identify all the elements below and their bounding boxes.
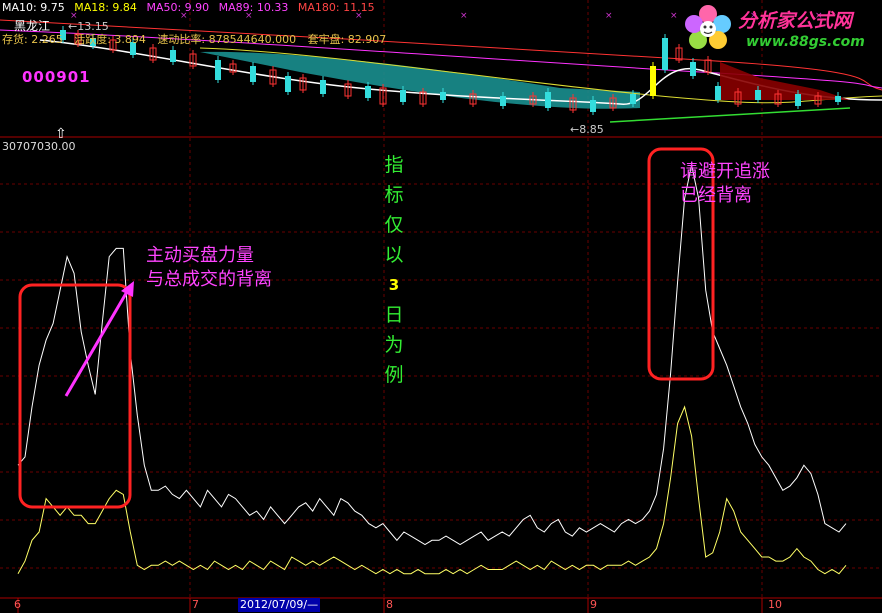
low-price: 8.85 [579,123,604,136]
candle-body [215,60,221,80]
candle-body [650,66,656,96]
vertical-char: 例 [384,364,404,386]
x-tick-label: 6 [14,598,21,611]
candle-body [250,66,256,82]
ma-label: MA180: 11.15 [297,1,375,14]
chart-window: { "ma_bar": [ {"label":"MA10: 9.75","col… [0,0,882,613]
indicator-value: 30707030.00 [2,140,76,153]
vertical-char: 以 [384,244,404,266]
info-bar: 存货: 2.265 活跃度: 3.894 速动比率: 878544640.000… [2,31,394,47]
left-annotation: 主动买盘力量 与总成交的背离 [146,244,272,292]
candle-body [662,38,668,70]
support-line [609,107,851,123]
candle-body [285,76,291,92]
annotation-line: 与总成交的背离 [146,269,272,290]
candle-body [440,92,446,100]
indicator-line-lower [17,405,847,575]
arrow-head-icon [121,281,134,297]
cursor-date: 2012/07/09/— [238,598,321,612]
candle-body [500,96,506,106]
candle-body [795,94,801,106]
left-divergence-box [18,283,132,509]
vertical-char: 日 [384,304,404,326]
vertical-char: 为 [384,334,404,356]
indicator-area [17,147,847,575]
stock-code: 000901 [22,68,91,86]
candle-body [835,96,841,102]
candle-body [690,62,696,76]
x-tick-label: 8 [386,598,393,611]
annotation-line: 请避开追涨 [680,161,770,182]
ma-legend: MA10: 9.75 MA18: 9.84 MA50: 9.90 MA89: 1… [2,1,381,14]
signal-marker: × [670,11,678,21]
ma-label: MA89: 10.33 [218,1,289,14]
vertical-char: 标 [384,184,404,206]
indicator-line-upper [17,164,847,546]
candle-body [755,90,761,100]
candle-body [715,86,721,100]
signal-marker: × [605,11,613,21]
x-tick-label: 7 [192,598,199,611]
annotation-line: 已经背离 [680,185,752,206]
candle-body [630,94,636,104]
vertical-annotation: 指 标 仅 以 3 日 为 例 [384,150,404,390]
annotation-line: 主动买盘力量 [146,245,254,266]
vertical-char: 指 [384,154,404,176]
x-tick-label: 9 [590,598,597,611]
ma-label: MA10: 9.75 [2,1,65,14]
candle-body [400,90,406,102]
candle-body [365,86,371,98]
ma-label: MA50: 9.90 [146,1,210,14]
signal-marker: × [460,11,468,21]
logo-url: www.88gs.com [746,34,865,50]
logo-title: 分析家公式网 [738,10,853,32]
candle-body [170,50,176,62]
candle-body [590,100,596,112]
info-item: 存货: 2.265 [2,33,63,46]
site-logo: 分析家公式网 www.88gs.com [680,2,880,54]
info-item: 速动比率: 878544640.000 [157,33,297,46]
candle-body [545,92,551,108]
flower-logo-icon [685,5,731,49]
vertical-char: 3 [388,276,400,294]
vertical-char: 仅 [384,214,404,236]
right-annotation: 请避开追涨 已经背离 [680,160,770,208]
low-price-label: ←8.85 [570,123,604,136]
info-item: 活跃度: 3.894 [74,33,146,46]
chart-canvas: × × × × × × × × × [0,0,882,613]
candle-body [320,80,326,94]
info-item: 套牢盘: 82.907 [307,33,387,46]
x-tick-label: 10 [768,598,782,611]
ma-label: MA18: 9.84 [74,1,137,14]
